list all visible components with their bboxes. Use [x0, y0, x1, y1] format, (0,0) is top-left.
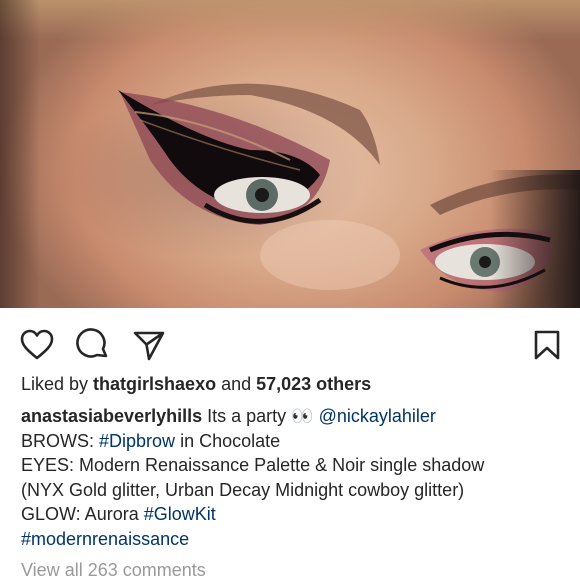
likes-summary: Liked by thatgirlshaexo and 57,023 other… — [21, 374, 371, 395]
caption-line-glow: GLOW: Aurora #GlowKit — [21, 502, 566, 527]
eyes-emoji-icon: 👀 — [291, 406, 314, 426]
post-photo[interactable] — [0, 0, 580, 308]
hashtag-dipbrow-link[interactable]: #Dipbrow — [99, 431, 175, 451]
caption-line-1: anastasiabeverlyhills Its a party 👀 @nic… — [21, 404, 566, 429]
caption-text: Its a party — [202, 406, 292, 426]
liked-by-user-link[interactable]: thatgirlshaexo — [93, 374, 216, 394]
brows-prefix: BROWS: — [21, 430, 100, 451]
post-caption: anastasiabeverlyhills Its a party 👀 @nic… — [21, 404, 566, 551]
author-username-link[interactable]: anastasiabeverlyhills — [21, 406, 202, 426]
paper-plane-icon — [133, 331, 165, 361]
heart-icon — [20, 329, 54, 360]
save-button[interactable] — [528, 326, 566, 364]
hashtag-modernrenaissance-link[interactable]: #modernrenaissance — [21, 529, 189, 549]
photo-edge-shadow — [0, 0, 40, 308]
share-button[interactable] — [130, 326, 168, 364]
likes-middle: and — [216, 374, 257, 394]
photo-edge-shadow — [490, 170, 580, 308]
likes-prefix: Liked by — [21, 374, 94, 394]
comment-bubble-icon — [76, 328, 108, 358]
view-all-comments-link[interactable]: View all 263 comments — [21, 560, 206, 581]
likes-count-link[interactable]: 57,023 others — [256, 374, 371, 394]
mention-link[interactable]: @nickaylahiler — [319, 406, 436, 426]
caption-line-hashtag: #modernrenaissance — [21, 527, 566, 552]
caption-line-eyes: EYES: Modern Renaissance Palette & Noir … — [21, 455, 485, 475]
bookmark-icon — [534, 330, 560, 360]
comment-button[interactable] — [74, 326, 112, 364]
post-actions-bar — [0, 308, 580, 372]
caption-line-eyes-detail: (NYX Gold glitter, Urban Decay Midnight … — [21, 479, 465, 500]
hashtag-glowkit-link[interactable]: #GlowKit — [144, 504, 216, 524]
like-button[interactable] — [18, 326, 56, 364]
glow-prefix: GLOW: Aurora — [21, 504, 144, 524]
caption-line-brows: BROWS: #Dipbrow in Chocolate — [21, 429, 566, 454]
brows-suffix: in Chocolate — [175, 430, 281, 451]
